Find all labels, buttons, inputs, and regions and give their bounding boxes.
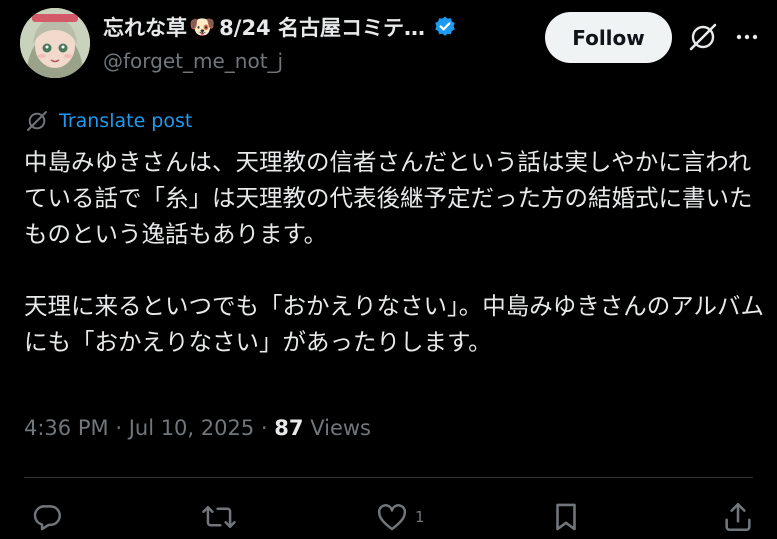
avatar[interactable]	[20, 8, 90, 78]
bookmark-button[interactable]	[550, 500, 582, 534]
translate-post-label[interactable]: Translate post	[59, 110, 192, 132]
heart-icon	[377, 504, 407, 531]
verified-badge-icon[interactable]	[433, 15, 457, 39]
author-name-suffix[interactable]: 8/24 名古屋コミテ…	[219, 12, 425, 42]
divider	[24, 477, 753, 478]
post-paragraph: 中島みゆきさんは、天理教の信者さんだという話は実しやかに言われている話で「糸」は…	[24, 148, 753, 248]
reply-icon	[33, 505, 61, 531]
follow-button[interactable]: Follow	[545, 12, 672, 63]
like-button[interactable]: 1	[375, 500, 425, 534]
repost-icon	[202, 506, 236, 528]
like-count: 1	[415, 508, 425, 526]
post-body: 中島みゆきさんは、天理教の信者さんだという話は実しやかに言われている話で「糸」は…	[24, 144, 769, 360]
repost-button[interactable]	[201, 500, 237, 534]
reply-button[interactable]	[30, 500, 64, 534]
meta-separator: ·	[260, 416, 268, 440]
views-label: Views	[310, 416, 371, 440]
author-display-name[interactable]: 忘れな草	[103, 12, 187, 42]
bookmark-icon	[556, 503, 576, 531]
more-icon[interactable]	[735, 29, 759, 49]
share-icon	[725, 502, 751, 532]
grok-translate-icon	[27, 111, 47, 131]
post-date[interactable]: Jul 10, 2025	[129, 416, 255, 440]
grok-icon[interactable]	[687, 21, 719, 57]
share-button[interactable]	[721, 500, 755, 534]
author-name-row[interactable]: 忘れな草 🐶 8/24 名古屋コミテ…	[103, 12, 457, 42]
author-handle[interactable]: @forget_me_not_j	[103, 49, 283, 73]
post-meta: 4:36 PM · Jul 10, 2025 · 87 Views	[24, 416, 371, 440]
views-count: 87	[274, 416, 304, 440]
post-time[interactable]: 4:36 PM	[24, 416, 109, 440]
meta-separator: ·	[115, 416, 122, 440]
dog-emoji-icon: 🐶	[189, 14, 216, 39]
post-paragraph: 天理に来るといつでも「おかえりなさい」。中島みゆきさんのアルバムにも「おかえりな…	[24, 292, 765, 356]
translate-post-link[interactable]: Translate post	[24, 108, 192, 134]
